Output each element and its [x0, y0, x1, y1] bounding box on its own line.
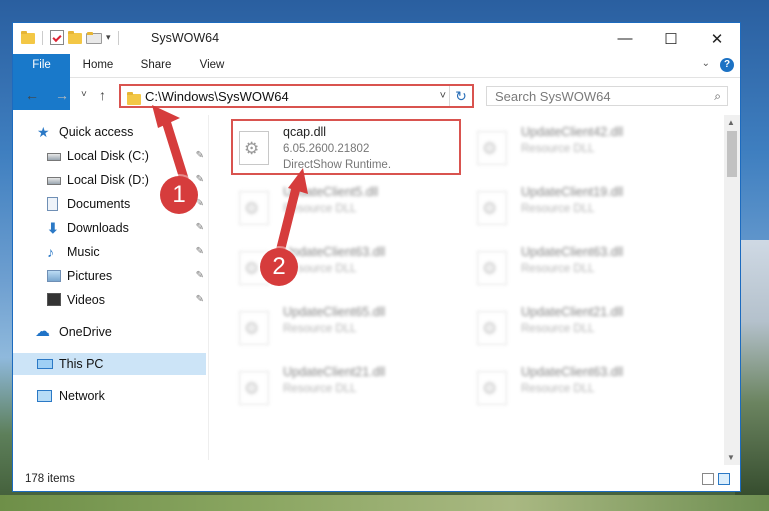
annotation-arrow-2: [275, 168, 308, 257]
step-badge-1: 1: [160, 176, 198, 214]
step-badge-2: 2: [260, 248, 298, 286]
annotation-arrow-1: [152, 105, 191, 190]
annotation-overlay: [152, 105, 308, 257]
